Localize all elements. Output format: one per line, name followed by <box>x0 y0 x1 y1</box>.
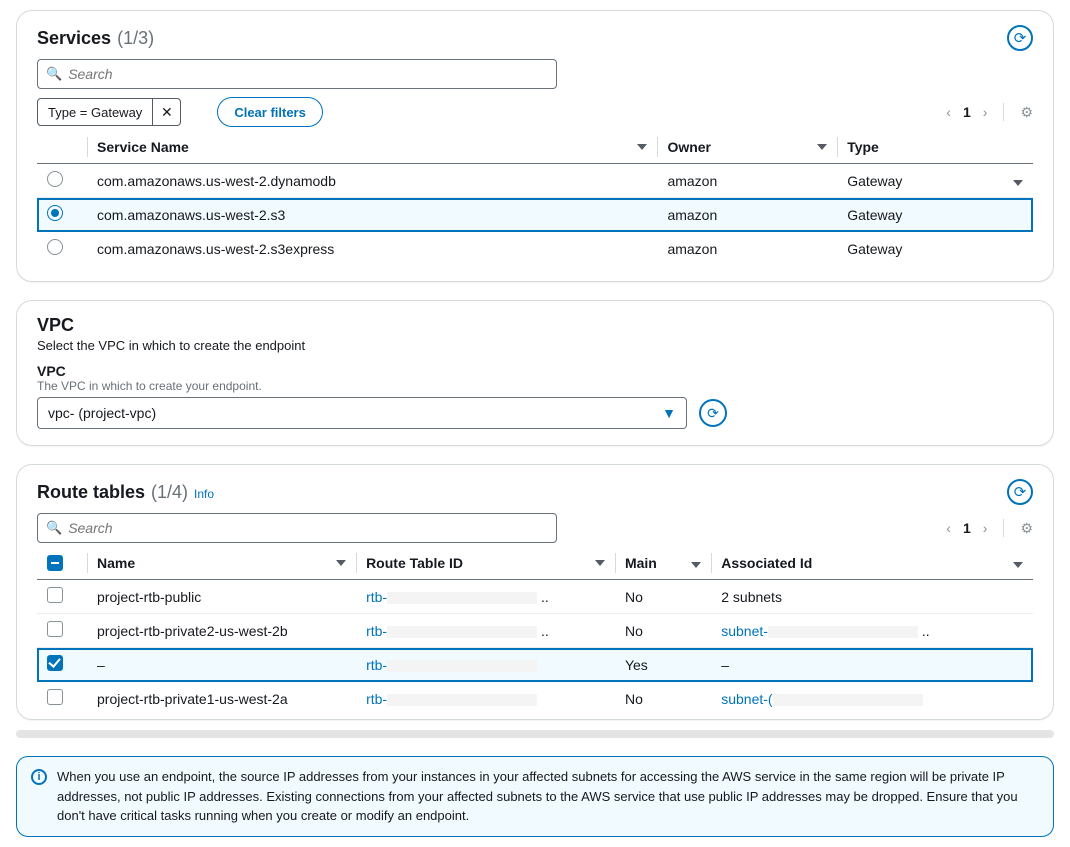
search-icon: 🔍 <box>46 520 62 536</box>
vpc-select[interactable]: vpc- (project-vpc) ▼ <box>37 397 687 429</box>
refresh-icon[interactable]: ⟳ <box>1007 479 1033 505</box>
vpc-subtitle: Select the VPC in which to create the en… <box>37 338 1033 353</box>
col-rt-name[interactable]: Name <box>97 555 135 571</box>
gear-icon[interactable]: ⚙ <box>1020 520 1033 537</box>
row-checkbox[interactable] <box>47 655 63 671</box>
route-table-id-link[interactable]: rtb- <box>366 589 537 605</box>
services-row-selected[interactable]: com.amazonaws.us-west-2.s3 amazon Gatewa… <box>37 198 1033 232</box>
route-table-row-selected[interactable]: – rtb- Yes – <box>37 648 1033 682</box>
subnet-link[interactable]: subnet-( <box>721 691 922 707</box>
route-table-id-link[interactable]: rtb- <box>366 691 537 707</box>
refresh-icon[interactable]: ⟳ <box>1007 25 1033 51</box>
row-checkbox[interactable] <box>47 689 63 705</box>
route-table-row[interactable]: project-rtb-private1-us-west-2a rtb- No … <box>37 682 1033 716</box>
filter-remove-icon[interactable]: ✕ <box>153 98 181 126</box>
sort-icon[interactable] <box>595 560 605 566</box>
alert-text: When you use an endpoint, the source IP … <box>57 767 1039 826</box>
vpc-title: VPC <box>37 315 74 336</box>
route-tables-panel: Route tables (1/4) Info ⟳ 🔍 ‹ 1 › ⚙ Name… <box>16 464 1054 720</box>
route-table-row[interactable]: project-rtb-public rtb- .. No 2 subnets <box>37 580 1033 614</box>
vpc-panel: VPC Select the VPC in which to create th… <box>16 300 1054 446</box>
route-tables-search-input[interactable] <box>68 520 548 536</box>
services-header: Services (1/3) ⟳ <box>37 25 1033 51</box>
info-icon: i <box>31 769 47 785</box>
search-icon: 🔍 <box>46 66 62 82</box>
col-owner[interactable]: Owner <box>667 139 711 155</box>
prev-page-icon[interactable]: ‹ <box>946 520 951 536</box>
route-table-row[interactable]: project-rtb-private2-us-west-2b rtb- .. … <box>37 614 1033 648</box>
sort-icon[interactable] <box>637 144 647 150</box>
services-row[interactable]: com.amazonaws.us-west-2.s3express amazon… <box>37 232 1033 266</box>
row-checkbox[interactable] <box>47 587 63 603</box>
services-panel: Services (1/3) ⟳ 🔍 Type = Gateway ✕ Clea… <box>16 10 1054 282</box>
radio[interactable] <box>47 205 63 221</box>
col-type[interactable]: Type <box>847 139 879 155</box>
info-alert: i When you use an endpoint, the source I… <box>16 756 1054 837</box>
services-page: 1 <box>963 104 971 120</box>
next-page-icon[interactable]: › <box>983 104 988 120</box>
vpc-field-hint: The VPC in which to create your endpoint… <box>37 379 1033 393</box>
route-tables-pager: ‹ 1 › ⚙ <box>946 519 1033 537</box>
services-row[interactable]: com.amazonaws.us-west-2.dynamodb amazon … <box>37 164 1033 198</box>
vpc-selected-value: vpc- (project-vpc) <box>48 405 156 421</box>
select-all-checkbox[interactable] <box>47 555 63 571</box>
vpc-field-label: VPC <box>37 363 1033 379</box>
radio[interactable] <box>47 171 63 187</box>
horizontal-scrollbar[interactable] <box>16 730 1054 738</box>
subnet-link[interactable]: subnet- <box>721 623 918 639</box>
route-tables-title: Route tables <box>37 482 145 503</box>
col-rt-main[interactable]: Main <box>625 555 657 571</box>
route-tables-page: 1 <box>963 520 971 536</box>
prev-page-icon[interactable]: ‹ <box>946 104 951 120</box>
services-count: (1/3) <box>117 28 154 49</box>
route-tables-count: (1/4) <box>151 482 188 503</box>
sort-icon[interactable] <box>1013 562 1023 568</box>
sort-icon[interactable] <box>817 144 827 150</box>
sort-icon[interactable] <box>336 560 346 566</box>
services-title: Services <box>37 28 111 49</box>
services-search[interactable]: 🔍 <box>37 59 557 89</box>
gear-icon[interactable]: ⚙ <box>1020 104 1033 121</box>
radio[interactable] <box>47 239 63 255</box>
route-table-id-link[interactable]: rtb- <box>366 623 537 639</box>
chevron-down-icon: ▼ <box>662 405 676 421</box>
col-rt-id[interactable]: Route Table ID <box>366 555 463 571</box>
col-rt-assoc[interactable]: Associated Id <box>721 555 812 571</box>
route-tables-table: Name Route Table ID Main Associated Id p… <box>37 547 1033 715</box>
services-search-input[interactable] <box>68 66 548 82</box>
next-page-icon[interactable]: › <box>983 520 988 536</box>
route-table-id-link[interactable]: rtb- <box>366 657 537 673</box>
info-link[interactable]: Info <box>194 487 214 501</box>
clear-filters-button[interactable]: Clear filters <box>217 97 323 127</box>
services-table: Service Name Owner Type com.amazonaws.us… <box>37 131 1033 265</box>
sort-icon[interactable] <box>691 562 701 568</box>
services-pager: ‹ 1 › ⚙ <box>946 103 1033 121</box>
row-checkbox[interactable] <box>47 621 63 637</box>
row-menu-icon[interactable] <box>1013 180 1023 186</box>
route-tables-search[interactable]: 🔍 <box>37 513 557 543</box>
vpc-refresh-icon[interactable]: ⟳ <box>699 399 727 427</box>
col-service-name[interactable]: Service Name <box>97 139 189 155</box>
filter-chip-type[interactable]: Type = Gateway <box>37 98 153 126</box>
services-filter-row: Type = Gateway ✕ Clear filters ‹ 1 › ⚙ <box>37 97 1033 127</box>
